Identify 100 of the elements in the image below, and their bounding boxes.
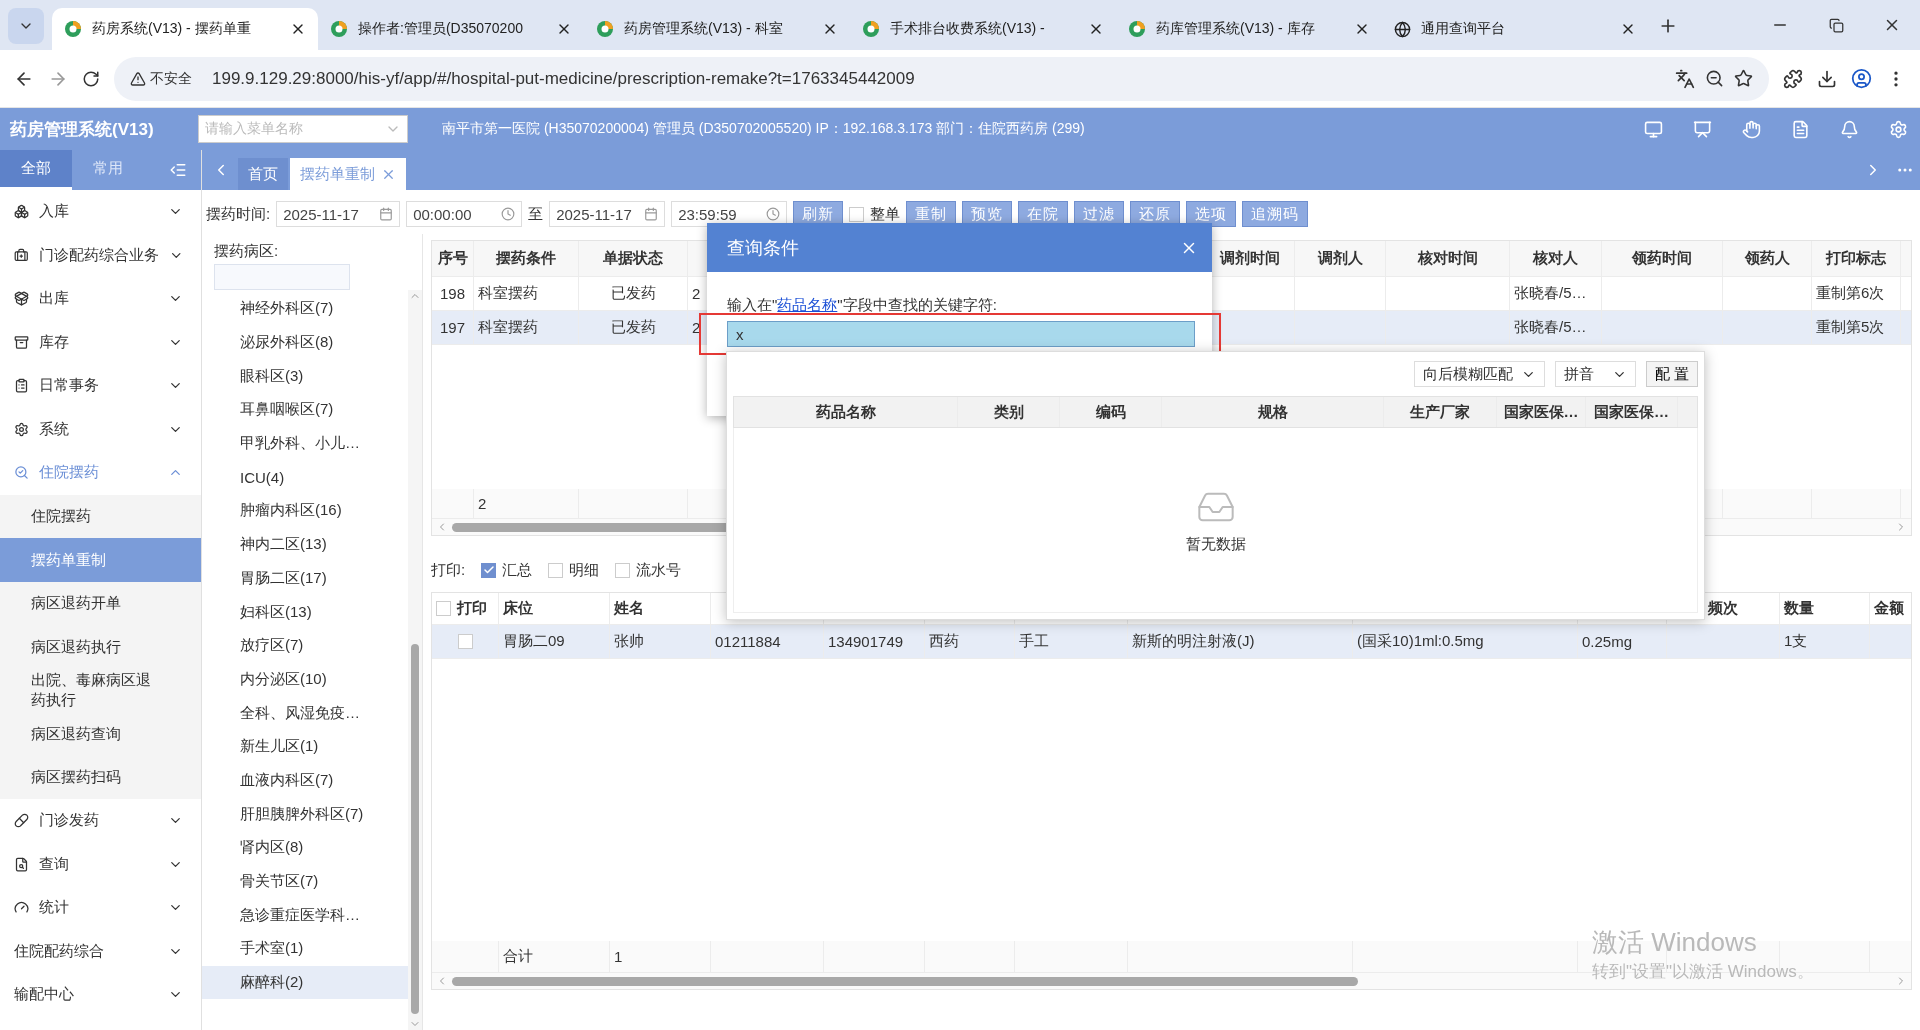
ward-item[interactable]: 肿瘤内科区(16) [202, 494, 408, 528]
sidebar-subitem[interactable]: 病区退药查询 [0, 712, 201, 756]
toolbar-icon[interactable] [1889, 119, 1908, 139]
input-mode-select[interactable]: 拼音 [1554, 361, 1636, 387]
sidebar-item[interactable]: 系统 [0, 407, 201, 451]
toolbar-icon[interactable] [1742, 119, 1761, 139]
sidebar-subitem[interactable]: 病区退药开单 [0, 581, 201, 625]
ward-item[interactable]: 内分泌区(10) [202, 662, 408, 697]
browser-tab[interactable]: 手术排台收费系统(V13) - [850, 8, 1116, 50]
column-header[interactable]: 姓名 [614, 599, 644, 618]
ward-item[interactable]: 耳鼻咽喉区(7) [202, 393, 408, 427]
browser-tab[interactable]: 药房系统(V13) - 摆药单重 [52, 8, 318, 50]
sidebar-item[interactable]: 入库 [0, 190, 201, 234]
sidebar-item[interactable]: 日常事务 [0, 364, 201, 408]
column-header[interactable]: 单据状态 [603, 249, 663, 268]
sidebar-item[interactable]: 统计 [0, 886, 201, 930]
checkbox-label[interactable]: 流水号 [636, 560, 682, 580]
collapse-menu-icon[interactable] [169, 161, 187, 179]
column-header[interactable]: 数量 [1784, 599, 1814, 618]
browser-tab[interactable]: 操作者:管理员(D35070200 [318, 8, 584, 50]
ward-item[interactable]: 麻醉科(2) [202, 965, 408, 1000]
column-header[interactable]: 打印标志 [1826, 249, 1886, 268]
column-header[interactable]: 规格 [1257, 402, 1288, 422]
column-header[interactable]: 领药时间 [1632, 249, 1692, 268]
checkbox[interactable] [849, 206, 865, 222]
column-header[interactable]: 生产厂家 [1410, 402, 1470, 422]
sidebar-item[interactable]: 住院配药综合 [0, 929, 201, 973]
sidebar-subitem[interactable]: 病区摆药扫码 [0, 755, 201, 799]
checkbox-label[interactable]: 汇总 [502, 560, 533, 580]
scrollbar[interactable] [408, 290, 422, 1030]
column-header[interactable]: 领药人 [1744, 249, 1790, 268]
browser-tab[interactable]: 药房管理系统(V13) - 科室 [584, 8, 850, 50]
column-header[interactable]: 核对时间 [1417, 249, 1478, 268]
sidebar-subitem[interactable]: 病区退药执行 [0, 625, 201, 669]
column-header[interactable]: 调剂人 [1317, 249, 1363, 268]
toolbar-icon[interactable] [1791, 119, 1810, 139]
star-icon[interactable] [1734, 69, 1753, 88]
ward-item[interactable]: 甲乳外科、小儿… [202, 426, 408, 461]
column-header[interactable]: 药品名称 [815, 402, 876, 422]
sidebar-item[interactable]: 门诊配药综合业务 [0, 233, 201, 277]
ward-item[interactable]: 新生儿区(1) [202, 729, 408, 764]
reload-icon[interactable] [82, 69, 100, 88]
translate-icon[interactable] [1675, 68, 1695, 89]
checkbox-label[interactable]: 明细 [569, 560, 600, 580]
toolbar-icon[interactable] [1644, 119, 1663, 139]
ward-item[interactable]: 胃肠二区(17) [202, 561, 408, 596]
column-header[interactable]: 打印 [457, 599, 487, 618]
table-row[interactable]: 胃肠二09 张帅 01211884 134901749 西药 手工 新斯的明注射液(J) (国采10)1ml:0.5mg 0.25mg 1支 [432, 625, 1911, 659]
ward-item[interactable]: 骨关节区(7) [202, 864, 408, 899]
sidebar-item[interactable]: 出库 [0, 277, 201, 321]
ward-item[interactable]: 血液内科区(7) [202, 763, 408, 798]
puzzle-icon[interactable] [1783, 68, 1803, 89]
checkbox[interactable] [481, 562, 497, 578]
match-mode-select[interactable]: 向后模糊匹配 [1413, 361, 1545, 387]
ward-item[interactable]: 手术室(1) [202, 932, 408, 966]
security-label[interactable]: 不安全 [150, 69, 192, 88]
ward-item[interactable]: 泌尿外科区(8) [202, 325, 408, 360]
ward-item[interactable]: 神内二区(13) [202, 527, 408, 562]
sidebar-item[interactable]: 门诊发药 [0, 799, 201, 843]
sidebar-item[interactable]: 查询 [0, 842, 201, 886]
ward-item[interactable]: 全科、风湿免疫… [202, 696, 408, 730]
sidebar-subitem[interactable]: 出院、毒麻病区退药执行 [0, 668, 201, 712]
address-bar[interactable]: 不安全 199.9.129.29:8000/his-yf/app/#/hospital-put-medicine/prescription-remake?t=1763345442009 [114, 56, 1769, 101]
ward-item[interactable]: 肝胆胰脾外科区(7) [202, 797, 408, 831]
sidebar-item[interactable]: 输配中心 [0, 973, 201, 1017]
tab-list-button[interactable] [8, 8, 44, 44]
column-header[interactable]: 频次 [1708, 599, 1738, 618]
checkbox-label[interactable]: 整单 [870, 204, 901, 224]
browser-tab[interactable]: 通用查询平台 [1382, 8, 1648, 50]
download-icon[interactable] [1817, 68, 1837, 89]
date-field[interactable]: 2025-11-17 [276, 201, 401, 227]
column-header[interactable]: 调剂时间 [1220, 249, 1280, 268]
ward-item[interactable]: 神经外科区(7) [202, 292, 408, 326]
profile-icon[interactable] [1851, 68, 1872, 89]
column-header[interactable]: 摆药条件 [496, 249, 556, 268]
column-header[interactable]: 类别 [993, 402, 1024, 422]
field-link[interactable]: 药品名称 [777, 296, 838, 313]
restore-icon[interactable] [1828, 17, 1844, 33]
ward-search-field[interactable] [214, 264, 350, 290]
ward-item[interactable]: 肾内区(8) [202, 831, 408, 865]
column-header[interactable]: 床位 [503, 599, 533, 618]
column-header[interactable]: 国家医保… [1503, 402, 1579, 422]
column-header[interactable]: 序号 [437, 249, 468, 268]
ward-item[interactable]: 眼科区(3) [202, 359, 408, 394]
browser-tab[interactable]: 药库管理系统(V13) - 库存 [1116, 8, 1382, 50]
ward-item[interactable]: 妇科区(13) [202, 595, 408, 629]
zoom-icon[interactable] [1705, 69, 1724, 88]
keyword-input-field[interactable]: x [727, 321, 1195, 347]
ward-item[interactable]: ICU(4) [202, 460, 408, 495]
column-header[interactable]: 国家医保… [1594, 402, 1669, 422]
time-field[interactable]: 00:00:00 [406, 201, 523, 227]
column-header[interactable]: 金额 [1874, 599, 1904, 618]
toolbar-icon[interactable] [1840, 119, 1859, 139]
row-checkbox[interactable] [457, 634, 473, 649]
ward-item[interactable]: 急诊重症医学科… [202, 898, 408, 933]
sidebar-item[interactable]: 库存 [0, 320, 201, 364]
select-all-checkbox[interactable] [436, 601, 451, 616]
checkbox[interactable] [548, 562, 564, 578]
sidebar-subitem[interactable]: 住院摆药 [0, 494, 201, 538]
toolbar-icon[interactable] [1693, 119, 1712, 139]
